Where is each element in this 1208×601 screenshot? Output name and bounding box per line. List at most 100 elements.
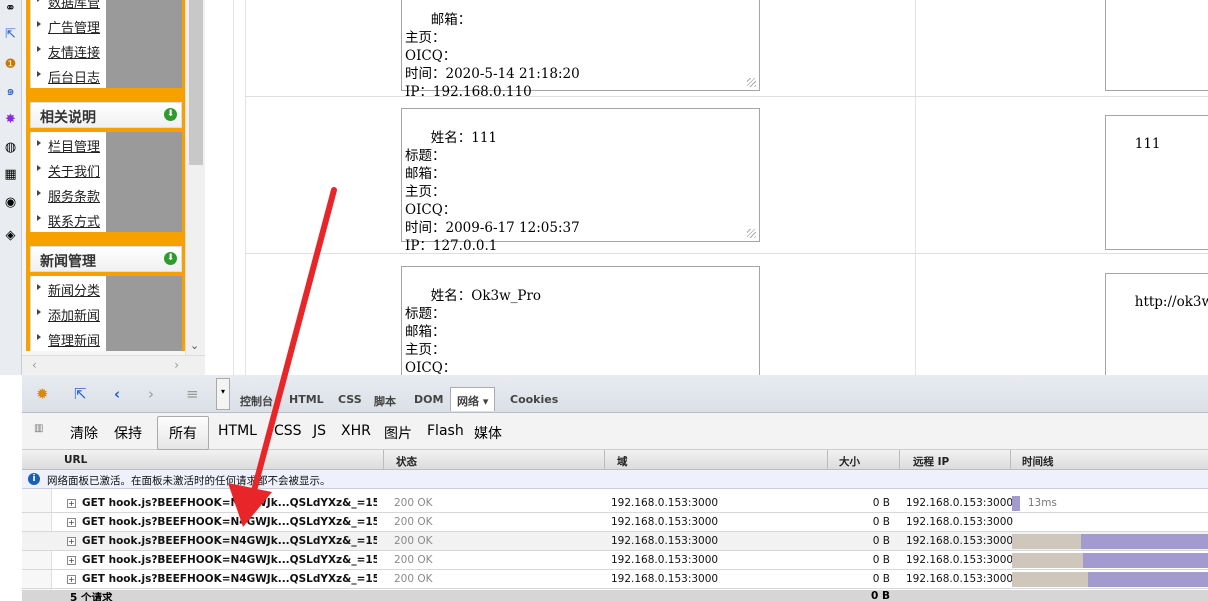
sidebar-menu-label[interactable]: 添加新闻: [48, 305, 100, 324]
tab-console[interactable]: 控制台: [240, 393, 273, 409]
menu-title: 相关说明: [40, 110, 96, 126]
sidebar-menu-item[interactable]: 后台日志: [30, 63, 106, 88]
filter-html[interactable]: HTML: [218, 423, 257, 439]
filter-flash[interactable]: Flash: [427, 423, 464, 439]
network-request-row[interactable]: + GET hook.js?BEEFHOOK=N4GWJk...QSLdYXz&_…: [22, 570, 1208, 589]
palette-icon[interactable]: ◍: [2, 139, 19, 156]
tab-html[interactable]: HTML: [289, 393, 324, 406]
list-icon[interactable]: ≡: [186, 385, 199, 403]
back-icon[interactable]: ‹: [114, 385, 120, 403]
scroll-left-icon[interactable]: ‹: [32, 358, 37, 372]
dropdown-icon[interactable]: ▾: [216, 378, 230, 410]
network-request-row[interactable]: + GET hook.js?BEEFHOOK=N4GWJk...QSLdYXz&_…: [22, 494, 1208, 513]
message-textarea[interactable]: 姓名：111 标题： 邮箱： 主页： OICQ： 时间：2009-6-17 12…: [401, 108, 760, 254]
menu-head-about[interactable]: 相关说明 ⬇: [30, 102, 182, 128]
request-domain: 192.168.0.153:3000: [611, 516, 719, 528]
request-remote-ip: 192.168.0.153:3000: [906, 573, 1014, 585]
sidebar-menu-item[interactable]: 联系方式: [30, 207, 106, 232]
sidebar-menu-item[interactable]: 友情连接管理: [30, 38, 106, 80]
message-textarea[interactable]: 姓名：Ok3w_Pro 标题： 邮箱： 主页： OICQ： 时间：2009-6-…: [401, 266, 760, 375]
sidebar-scrollbar[interactable]: ⌄: [185, 0, 205, 355]
persist-button[interactable]: 保持: [114, 423, 142, 443]
network-request-row[interactable]: + GET hook.js?BEEFHOOK=N4GWJk...QSLdYXz&_…: [22, 551, 1208, 570]
collapse-icon[interactable]: ⬇: [164, 108, 177, 121]
sidebar-menu-item[interactable]: 栏目管理: [30, 132, 106, 157]
sidebar-menu-item[interactable]: 新闻分类: [30, 276, 106, 301]
tab-css[interactable]: CSS: [338, 393, 362, 406]
filter-media[interactable]: 媒体: [474, 423, 502, 443]
tag-icon[interactable]: ◈: [2, 227, 19, 244]
sidebar-menu-item[interactable]: 添加新闻: [30, 301, 106, 326]
col-remote-ip[interactable]: 远程 IP: [913, 454, 949, 469]
sidebar-menu-label[interactable]: 后台日志: [48, 67, 100, 86]
request-remote-ip: 192.168.0.153:3000: [906, 497, 1014, 509]
forward-icon[interactable]: ›: [148, 385, 154, 403]
sidebar-menu-label[interactable]: 联系方式: [48, 211, 100, 230]
inspect-icon[interactable]: ⇱: [74, 385, 87, 403]
col-status[interactable]: 状态: [396, 454, 417, 469]
collapse-icon[interactable]: ⬇: [164, 252, 177, 265]
network-notice: i 网络面板已激活。在面板未激活时的任何请求都不会被显示。: [22, 470, 1208, 489]
reply-textarea[interactable]: [1105, 0, 1208, 91]
sidebar-menu-item[interactable]: 服务条款: [30, 182, 106, 207]
firebug-panel: ✹ ⇱ ‹ › ≡ ▾ 控制台 HTML CSS 脚本 DOM 网络 ▾ Coo…: [22, 375, 1208, 601]
link-icon[interactable]: ⚭: [2, 0, 19, 17]
tab-dom[interactable]: DOM: [414, 393, 443, 406]
message-textarea[interactable]: 邮箱： 主页： OICQ： 时间：2020-5-14 21:18:20 IP：1…: [401, 0, 760, 100]
network-request-row[interactable]: + GET hook.js?BEEFHOOK=N4GWJk...QSLdYXz&_…: [22, 532, 1208, 551]
expand-icon[interactable]: +: [67, 518, 76, 527]
col-size[interactable]: 大小: [839, 454, 860, 469]
sidebar-menu-label[interactable]: 关于我们: [48, 161, 100, 180]
menu-head-news[interactable]: 新闻管理 ⬇: [30, 246, 182, 272]
menu-list-top: 数据库管理广告管理友情连接管理后台日志: [30, 0, 182, 88]
sidebar-menu-item[interactable]: 关于我们: [30, 157, 106, 182]
tab-cookies[interactable]: Cookies: [510, 393, 558, 406]
col-url[interactable]: URL: [64, 454, 87, 466]
scroll-right-icon[interactable]: ›: [174, 358, 179, 372]
tab-network[interactable]: 网络 ▾: [450, 387, 496, 411]
swirl-icon[interactable]: ๑: [2, 83, 19, 100]
grid-icon[interactable]: ▦: [2, 166, 19, 183]
badge-icon[interactable]: ❶: [2, 56, 19, 73]
sidebar-menu-item[interactable]: 数据库管理: [30, 0, 106, 30]
sidebar-hscrollbar[interactable]: ‹ ›: [22, 355, 205, 375]
expand-icon[interactable]: +: [67, 575, 76, 584]
col-timeline[interactable]: 时间线: [1022, 454, 1054, 469]
globe-icon[interactable]: ◉: [2, 194, 19, 211]
reply-textarea[interactable]: 111: [1105, 115, 1208, 250]
resize-grip-icon[interactable]: [747, 78, 756, 87]
filter-js[interactable]: JS: [313, 423, 326, 439]
sidebar-menu-item[interactable]: 管理新闻: [30, 326, 106, 351]
filter-all[interactable]: 所有: [157, 416, 209, 450]
xhr-icon[interactable]: ▥: [34, 423, 43, 434]
sidebar-menu-label[interactable]: 管理新闻: [48, 330, 100, 349]
request-status: 200 OK: [394, 573, 433, 585]
request-count: 5 个请求: [70, 592, 113, 601]
clear-button[interactable]: 清除: [70, 423, 98, 443]
request-remote-ip: 192.168.0.153:3000: [906, 516, 1014, 528]
filter-xhr[interactable]: XHR: [341, 423, 371, 439]
menu-list-about: 栏目管理关于我们服务条款联系方式: [30, 132, 182, 232]
resize-grip-icon[interactable]: [747, 229, 756, 238]
network-request-list: + GET hook.js?BEEFHOOK=N4GWJk...QSLdYXz&_…: [22, 494, 1208, 589]
star-icon[interactable]: ✸: [2, 111, 19, 128]
filter-css[interactable]: CSS: [274, 423, 302, 439]
sidebar-menu-label[interactable]: 栏目管理: [48, 136, 100, 155]
cursor-icon[interactable]: ⇱: [2, 26, 19, 43]
expand-icon[interactable]: +: [67, 537, 76, 546]
scroll-down-icon[interactable]: ⌄: [190, 339, 199, 352]
sidebar-menu-label[interactable]: 服务条款: [48, 186, 100, 205]
sidebar-menu-label[interactable]: 新闻分类: [48, 280, 100, 299]
network-request-row[interactable]: + GET hook.js?BEEFHOOK=N4GWJk...QSLdYXz&_…: [22, 513, 1208, 532]
tab-script[interactable]: 脚本: [374, 393, 396, 409]
col-domain[interactable]: 域: [617, 454, 628, 469]
request-domain: 192.168.0.153:3000: [611, 535, 719, 547]
scrollbar-thumb[interactable]: [189, 0, 203, 165]
filter-images[interactable]: 图片: [384, 423, 412, 443]
expand-icon[interactable]: +: [67, 556, 76, 565]
reply-textarea[interactable]: http://ok3w.n: [1105, 273, 1208, 375]
firebug-icon[interactable]: ✹: [36, 385, 49, 403]
sidebar-menu-label[interactable]: 广告管理: [48, 17, 100, 36]
expand-icon[interactable]: +: [67, 499, 76, 508]
sidebar-menu-item[interactable]: 广告管理: [30, 13, 106, 38]
